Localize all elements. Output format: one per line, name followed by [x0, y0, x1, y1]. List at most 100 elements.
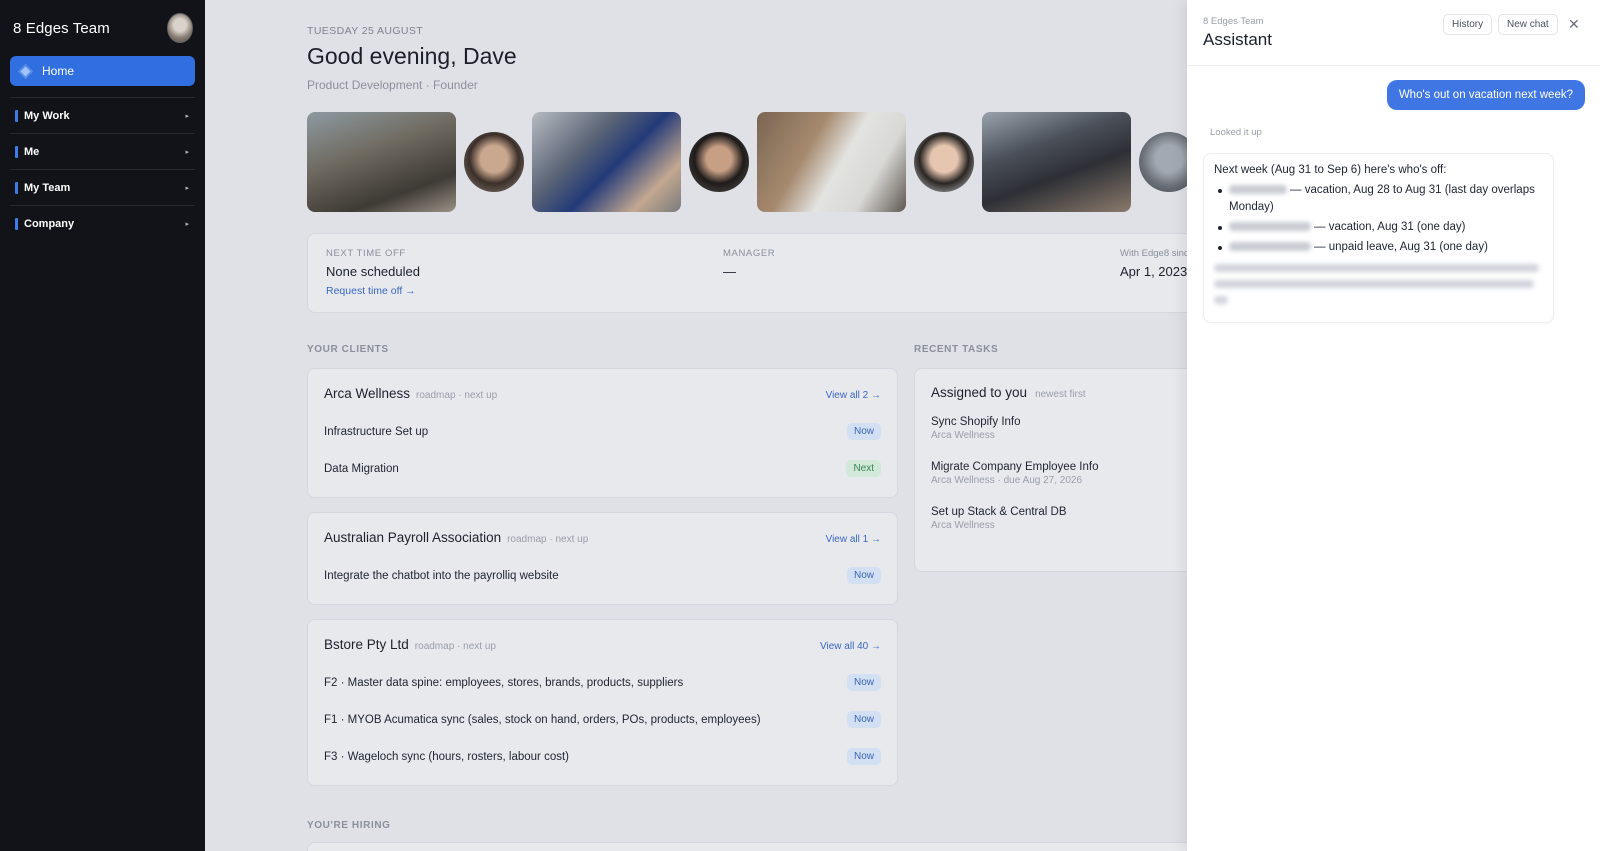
client-subtitle: roadmap · next up — [414, 641, 496, 652]
roadmap-item[interactable]: F2 · Master data spine: employees, store… — [308, 664, 897, 701]
status-badge: Now — [846, 567, 881, 584]
sidebar-header: 8 Edges Team — [0, 0, 205, 56]
section-marker — [15, 145, 18, 158]
status-badge: Now — [846, 748, 881, 765]
clients-section-title: YOUR CLIENTS — [307, 344, 389, 355]
task-item[interactable]: Migrate Company Employee Info Arca Welln… — [915, 461, 1187, 486]
tasks-subtitle: newest first — [1035, 389, 1086, 400]
answer-item-text: — unpaid leave, Aug 31 (one day) — [1314, 241, 1488, 253]
task-item[interactable]: Set up Stack & Central DB Arca Wellness — [915, 506, 1187, 531]
roadmap-item-title: Integrate the chatbot into the payrolliq… — [324, 569, 559, 582]
chevron-right-icon: ▸ — [185, 184, 189, 192]
request-time-off-link[interactable]: Request time off → — [326, 285, 420, 297]
task-meta: Arca Wellness — [931, 430, 995, 441]
client-name: Arca Wellness — [324, 386, 411, 401]
roadmap-item[interactable]: Infrastructure Set up Now — [308, 413, 897, 450]
assistant-message: Next week (Aug 31 to Sep 6) here's who's… — [1203, 153, 1554, 323]
task-title: Migrate Company Employee Info — [931, 461, 1099, 473]
sidebar-item-home[interactable]: Home — [10, 56, 195, 86]
sidebar-item-label: Company — [24, 217, 75, 230]
sidebar-item-my-team[interactable]: My Team ▸ — [10, 169, 195, 205]
tasks-section-title: RECENT TASKS — [914, 344, 999, 355]
status-badge: Now — [846, 674, 881, 691]
home-icon — [20, 66, 31, 76]
team-photo-strip — [307, 112, 1187, 212]
task-meta: Arca Wellness — [931, 520, 995, 531]
history-button[interactable]: History — [1443, 14, 1493, 35]
sidebar-item-label: Me — [24, 145, 40, 158]
roadmap-item[interactable]: Data Migration Next — [308, 450, 897, 487]
roadmap-item-title: F2 · Master data spine: employees, store… — [324, 676, 684, 689]
answer-item: — vacation, Aug 28 to Aug 31 (last day o… — [1218, 182, 1543, 216]
task-item[interactable]: Sync Shopify Info Arca Wellness — [915, 416, 1187, 441]
roadmap-item[interactable]: Integrate the chatbot into the payrolliq… — [308, 557, 897, 594]
time-off-value: None scheduled — [326, 264, 420, 279]
roadmap-item[interactable]: F3 · Wageloch sync (hours, rosters, labo… — [308, 738, 897, 775]
start-date-label: With Edge8 since — [1120, 248, 1187, 259]
team-photo — [532, 112, 681, 212]
assistant-panel: 8 Edges Team Assistant History New chat … — [1187, 0, 1600, 851]
sidebar-item-label: Home — [42, 64, 75, 78]
chevron-right-icon: ▸ — [185, 112, 189, 120]
task-title: Sync Shopify Info — [931, 416, 1021, 428]
client-card: Arca Wellness roadmap · next up View all … — [307, 368, 898, 498]
team-photo — [757, 112, 906, 212]
team-name: 8 Edges Team — [13, 19, 110, 37]
page-title: Good evening, Dave — [307, 43, 517, 69]
client-name: Australian Payroll Association — [324, 530, 502, 545]
manager-value: — — [723, 264, 736, 279]
answer-item: — vacation, Aug 31 (one day) — [1218, 219, 1543, 236]
section-marker — [15, 181, 18, 194]
view-all-link[interactable]: View all 40 → — [820, 641, 881, 652]
member-photo — [464, 132, 524, 192]
task-meta: Arca Wellness · due Aug 27, 2026 — [931, 475, 1083, 486]
redacted-name — [1229, 185, 1287, 195]
roadmap-item[interactable]: F1 · MYOB Acumatica sync (sales, stock o… — [308, 701, 897, 738]
roadmap-item-title: Data Migration — [324, 462, 399, 475]
chevron-right-icon: ▸ — [185, 220, 189, 228]
assistant-team-name: 8 Edges Team — [1203, 16, 1264, 27]
assistant-header: 8 Edges Team Assistant History New chat … — [1187, 0, 1600, 66]
answer-item: — unpaid leave, Aug 31 (one day) — [1218, 239, 1543, 256]
client-subtitle: roadmap · next up — [416, 390, 498, 401]
redacted-text — [1214, 296, 1228, 304]
sidebar-item-label: My Work — [24, 109, 70, 122]
member-photo — [689, 132, 749, 192]
redacted-text — [1214, 264, 1539, 272]
client-name: Bstore Pty Ltd — [324, 637, 409, 652]
sidebar-item-company[interactable]: Company ▸ — [10, 205, 195, 241]
sidebar-item-me[interactable]: Me ▸ — [10, 133, 195, 169]
answer-item-text: — vacation, Aug 31 (one day) — [1314, 221, 1466, 233]
start-date-value: Apr 1, 2023 — [1120, 264, 1187, 279]
assistant-title: Assistant — [1203, 30, 1272, 49]
main-content: TUESDAY 25 AUGUST Good evening, Dave Pro… — [205, 0, 1187, 851]
section-marker — [15, 217, 18, 230]
close-icon[interactable]: ✕ — [1568, 16, 1580, 33]
new-chat-button[interactable]: New chat — [1498, 14, 1558, 35]
user-role: Product Development · Founder — [307, 78, 478, 92]
avatar[interactable] — [167, 13, 193, 43]
client-card: Bstore Pty Ltd roadmap · next up View all… — [307, 619, 898, 786]
sidebar: 8 Edges Team Home My Work ▸ Me ▸ My Team… — [0, 0, 205, 851]
status-badge: Now — [846, 711, 881, 728]
section-marker — [15, 109, 18, 122]
roadmap-item-title: Infrastructure Set up — [324, 425, 429, 438]
sidebar-item-my-work[interactable]: My Work ▸ — [10, 97, 195, 133]
date-label: TUESDAY 25 AUGUST — [307, 25, 424, 37]
client-card: Australian Payroll Association roadmap · … — [307, 512, 898, 605]
redacted-name — [1229, 222, 1311, 232]
member-photo — [914, 132, 974, 192]
view-all-link[interactable]: View all 2 → — [826, 390, 881, 401]
answer-list: — vacation, Aug 28 to Aug 31 (last day o… — [1214, 182, 1543, 256]
roadmap-item-title: F3 · Wageloch sync (hours, rosters, labo… — [324, 750, 569, 763]
hiring-card — [307, 842, 1187, 851]
team-photo — [307, 112, 456, 212]
hiring-section-title: YOU'RE HIRING — [307, 820, 391, 831]
tasks-card: Assigned to you newest first Sync Shopif… — [914, 368, 1187, 572]
time-off-label: NEXT TIME OFF — [326, 248, 406, 259]
manager-label: MANAGER — [723, 248, 776, 259]
view-all-link[interactable]: View all 1 → — [826, 534, 881, 545]
assistant-status: Looked it up — [1210, 127, 1262, 138]
tasks-title: Assigned to you — [931, 385, 1028, 400]
redacted-name — [1229, 242, 1311, 252]
